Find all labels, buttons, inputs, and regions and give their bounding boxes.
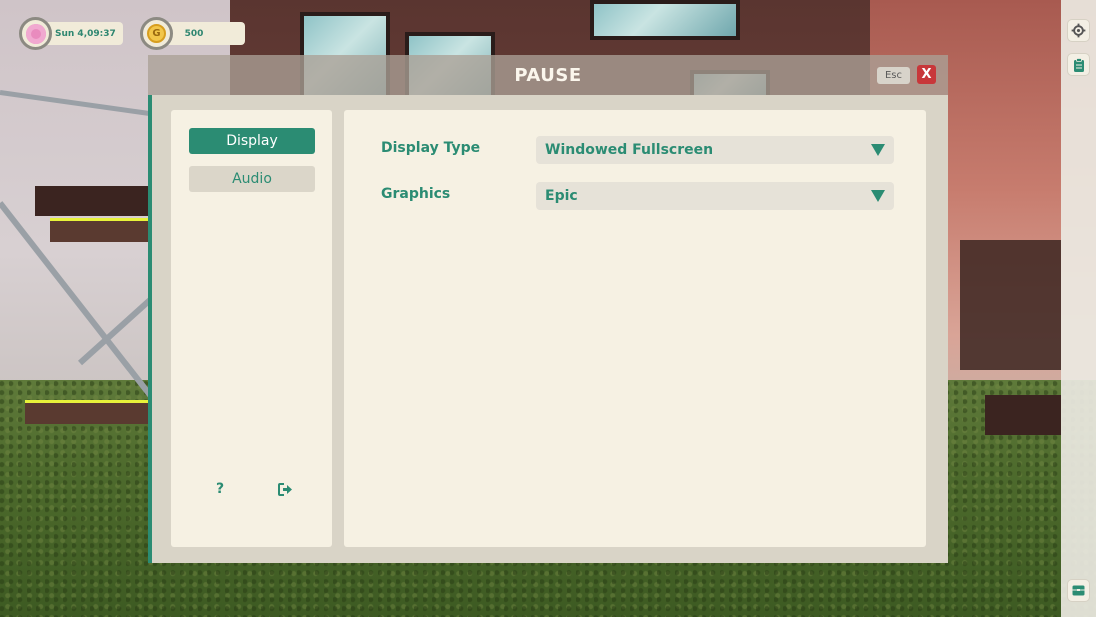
gear-icon <box>1071 23 1086 38</box>
exit-icon <box>277 482 292 496</box>
tab-display-label: Display <box>226 133 278 149</box>
chevron-down-icon <box>871 190 885 202</box>
yellow-platform <box>25 400 148 424</box>
inventory-button[interactable] <box>1067 579 1090 602</box>
coin-icon: G <box>147 24 166 43</box>
settings-content <box>344 110 926 547</box>
dark-block <box>35 186 148 216</box>
gold-badge: G <box>140 17 173 50</box>
dark-block <box>960 240 1061 370</box>
tab-audio-label: Audio <box>232 171 272 187</box>
coin-symbol: G <box>152 28 161 39</box>
side-toolbar <box>1061 0 1096 617</box>
display-type-label: Display Type <box>381 140 481 156</box>
clipboard-icon <box>1073 57 1084 72</box>
exit-button[interactable] <box>276 480 294 498</box>
time-text: Sun 4,09:37 <box>55 28 116 39</box>
help-icon: ? <box>215 481 225 497</box>
dark-block <box>985 395 1061 435</box>
flower-icon <box>25 23 46 44</box>
close-icon: X <box>921 67 932 82</box>
inventory-icon <box>1072 585 1085 596</box>
pause-title: PAUSE <box>514 64 582 86</box>
tab-display[interactable]: Display <box>189 128 315 154</box>
close-button[interactable]: X <box>917 65 936 84</box>
pause-header: PAUSE <box>148 55 948 95</box>
quest-log-button[interactable] <box>1067 53 1090 76</box>
help-button[interactable]: ? <box>211 480 229 498</box>
house-window <box>590 0 740 40</box>
esc-label: Esc <box>884 70 903 81</box>
gold-amount: 500 <box>184 28 204 39</box>
graphics-label: Graphics <box>381 186 451 202</box>
tab-audio[interactable]: Audio <box>189 166 315 192</box>
display-type-dropdown[interactable]: Windowed Fullscreen <box>536 136 894 164</box>
graphics-value: Epic <box>545 188 578 204</box>
time-badge <box>19 17 52 50</box>
chevron-down-icon <box>871 144 885 156</box>
esc-key-hint: Esc <box>877 67 910 84</box>
graphics-dropdown[interactable]: Epic <box>536 182 894 210</box>
yellow-platform <box>50 218 148 242</box>
display-type-value: Windowed Fullscreen <box>545 142 714 158</box>
settings-button[interactable] <box>1067 19 1090 42</box>
